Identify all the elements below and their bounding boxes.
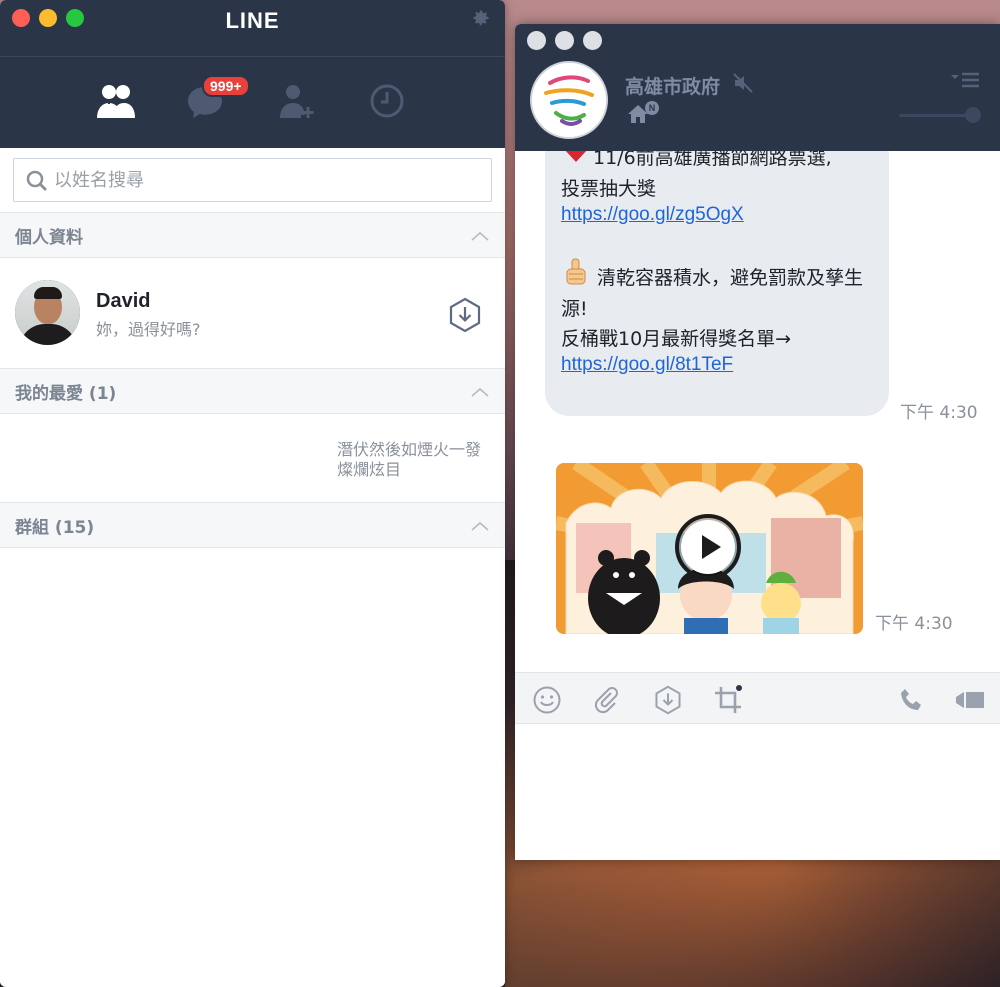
profile-status: 妳，過得好嗎? — [96, 320, 201, 339]
clock-icon — [370, 84, 404, 118]
new-badge: N — [645, 101, 659, 115]
minimize-window-button[interactable] — [555, 31, 574, 50]
message-text: 清乾容器積水，避免罰款及孳生 — [597, 267, 864, 289]
keep-save-icon — [655, 685, 681, 715]
search-area — [0, 148, 505, 212]
message-text: 源! — [561, 298, 588, 320]
chat-toolbar — [515, 672, 1000, 724]
chat-messages: 11/6前高雄廣播節網路票選, 投票抽大獎 https://goo.gl/zg5… — [515, 151, 1000, 671]
chat-title: 高雄市政府 — [625, 76, 721, 98]
video-camera-icon — [956, 692, 984, 708]
app-title: LINE — [225, 8, 280, 33]
title-divider — [0, 56, 505, 57]
message-link[interactable]: https://goo.gl/zg5OgX — [561, 204, 744, 226]
chevron-up-icon[interactable] — [471, 387, 489, 397]
section-profile-label: 個人資料 — [15, 227, 83, 248]
phone-icon — [901, 689, 921, 710]
window-controls — [527, 31, 602, 50]
chevron-up-icon[interactable] — [471, 231, 489, 241]
friends-icon — [97, 85, 135, 118]
gear-icon[interactable] — [471, 8, 491, 28]
unread-badge: 999+ — [202, 75, 250, 97]
chat-title-bar: 高雄市政府 N — [515, 24, 1000, 151]
tab-chats[interactable]: 999+ — [180, 75, 250, 124]
title-bar: LINE 999+ — [0, 0, 505, 148]
thumbs-up-icon — [566, 258, 586, 285]
emoji-button[interactable] — [532, 685, 562, 715]
profile-name: David — [96, 290, 151, 312]
menu-icon[interactable] — [950, 72, 980, 88]
line-main-window: LINE 999+ 以姓名搜尋 個人資料 David 妳，過得好嗎? 我的最愛 … — [0, 0, 505, 987]
red-heart-icon — [565, 151, 587, 162]
tab-friends[interactable] — [91, 78, 141, 124]
section-groups-label: 群組 (15) — [15, 517, 95, 538]
play-icon[interactable] — [674, 513, 742, 581]
smiley-icon — [533, 686, 561, 714]
search-box — [13, 158, 492, 202]
section-profile-header[interactable]: 個人資料 — [0, 212, 505, 258]
screenshot-button[interactable] — [713, 685, 743, 715]
search-input[interactable] — [54, 159, 484, 201]
add-friend-icon — [280, 85, 314, 118]
message-text: 11/6前高雄廣播節網路票選, — [593, 151, 832, 169]
close-window-button[interactable] — [527, 31, 546, 50]
volume-slider-knob[interactable] — [965, 107, 981, 123]
attach-button[interactable] — [592, 685, 622, 715]
crop-icon — [715, 685, 742, 713]
message-timestamp: 下午 4:30 — [900, 403, 978, 423]
official-account-avatar[interactable] — [530, 61, 608, 139]
avatar — [15, 280, 80, 345]
kaohsiung-logo-icon — [544, 75, 594, 126]
paperclip-icon — [594, 687, 618, 714]
section-favorites-label: 我的最愛 (1) — [15, 383, 117, 404]
chevron-up-icon[interactable] — [471, 521, 489, 531]
zoom-window-button[interactable] — [583, 31, 602, 50]
message-input-area — [515, 724, 1000, 860]
section-favorites-header[interactable]: 我的最愛 (1) — [0, 368, 505, 414]
video-message[interactable] — [556, 463, 863, 634]
message-timestamp: 下午 4:30 — [875, 614, 953, 634]
message-text: 反桶戰10月最新得獎名單→ — [561, 328, 792, 350]
section-groups-header[interactable]: 群組 (15) — [0, 502, 505, 548]
keep-button[interactable] — [653, 685, 683, 715]
mute-icon[interactable] — [732, 72, 754, 94]
message-link[interactable]: https://goo.gl/8t1TeF — [561, 354, 733, 376]
list-item[interactable]: 潛伏然後如煙火一發燦爛炫目 — [0, 414, 505, 502]
favorite-status-text: 潛伏然後如煙火一發燦爛炫目 — [337, 440, 482, 479]
keep-save-icon[interactable] — [448, 297, 482, 333]
search-icon — [26, 170, 47, 191]
message-input[interactable] — [515, 724, 1000, 860]
voice-call-button[interactable] — [897, 685, 927, 715]
message-text: 投票抽大獎 — [561, 178, 657, 200]
chat-window: 高雄市政府 N 11/6前高雄廣播節網路票選, 投票抽大獎 https://go… — [515, 24, 1000, 860]
groups-list — [0, 548, 505, 985]
main-nav: 999+ — [0, 75, 505, 128]
volume-slider[interactable] — [899, 107, 981, 123]
profile-item[interactable]: David 妳，過得好嗎? — [0, 258, 505, 368]
video-call-button[interactable] — [955, 685, 985, 715]
tab-timeline[interactable] — [362, 78, 412, 124]
tab-add-friend[interactable] — [272, 78, 322, 124]
